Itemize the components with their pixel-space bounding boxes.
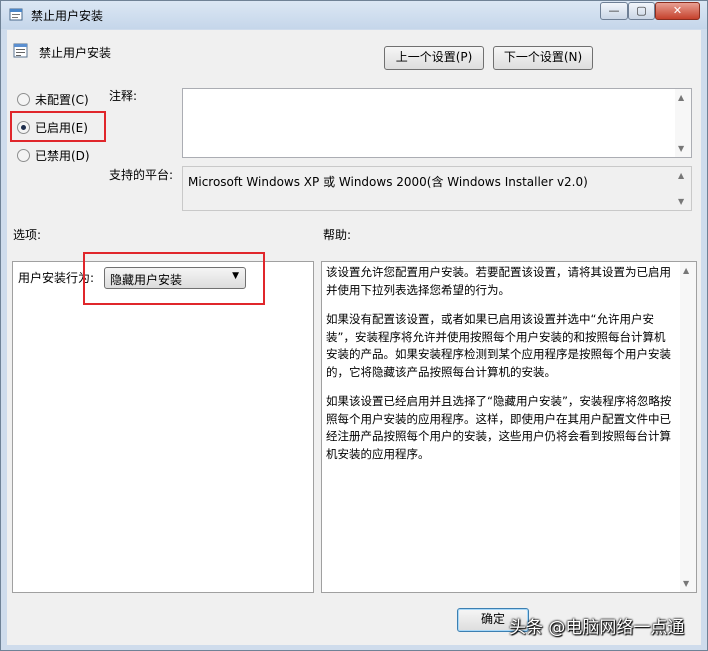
policy-setting-icon — [13, 43, 28, 58]
maximize-button[interactable]: ▢ — [628, 2, 655, 20]
help-heading: 帮助: — [323, 228, 352, 242]
title-bar[interactable]: 禁止用户安装 — ▢ ✕ — [1, 1, 707, 29]
prev-setting-button[interactable]: 上一个设置(P) — [384, 46, 484, 70]
watermark: 头条 @电脑网络一点通 — [509, 618, 685, 638]
help-scrollbar[interactable]: ▲ ▼ — [680, 262, 696, 592]
scroll-down-icon[interactable]: ▼ — [678, 144, 684, 153]
window-title: 禁止用户安装 — [31, 9, 104, 23]
platform-scrollbar[interactable]: ▲ ▼ — [675, 167, 691, 210]
platform-value: Microsoft Windows XP 或 Windows 2000(含 Wi… — [188, 175, 588, 189]
options-heading: 选项: — [13, 228, 42, 242]
scroll-up-icon[interactable]: ▲ — [683, 266, 689, 275]
help-panel: 该设置允许您配置用户安装。若要配置该设置，请将其设置为已启用并使用下拉列表选择您… — [321, 261, 697, 593]
policy-title: 禁止用户安装 — [39, 46, 112, 60]
platform-label: 支持的平台: — [109, 168, 174, 182]
radio-disabled[interactable] — [17, 149, 30, 162]
help-paragraph: 如果该设置已经启用并且选择了“隐藏用户安装”，安装程序将忽略按照每个用户安装的应… — [326, 394, 672, 461]
comment-scrollbar[interactable]: ▲ ▼ — [675, 89, 691, 157]
help-paragraph: 如果没有配置该设置，或者如果已启用该设置并选中“允许用户安装”，安装程序将允许并… — [326, 312, 671, 379]
platform-field: Microsoft Windows XP 或 Windows 2000(含 Wi… — [182, 166, 692, 211]
scroll-up-icon[interactable]: ▲ — [678, 93, 684, 102]
options-panel: 用户安装行为: 隐藏用户安装 ▼ — [12, 261, 314, 593]
scroll-up-icon[interactable]: ▲ — [678, 171, 684, 180]
help-paragraph: 该设置允许您配置用户安装。若要配置该设置，请将其设置为已启用并使用下拉列表选择您… — [326, 265, 671, 297]
scroll-down-icon[interactable]: ▼ — [678, 197, 684, 206]
close-button[interactable]: ✕ — [655, 2, 700, 20]
dialog-body: 禁止用户安装 上一个设置(P) 下一个设置(N) 未配置(C) 已启用(E) 已… — [7, 30, 701, 645]
highlight-dropdown-box — [83, 252, 265, 305]
comment-textarea[interactable]: ▲ ▼ — [182, 88, 692, 158]
comment-label: 注释: — [109, 89, 138, 103]
policy-icon — [9, 8, 23, 21]
help-text: 该设置允许您配置用户安装。若要配置该设置，请将其设置为已启用并使用下拉列表选择您… — [326, 264, 676, 475]
highlight-enabled-box — [10, 111, 106, 142]
radio-label-disabled: 已禁用(D) — [35, 149, 90, 163]
radio-not-configured[interactable] — [17, 93, 30, 106]
scroll-down-icon[interactable]: ▼ — [683, 579, 689, 588]
dialog-window: 禁止用户安装 — ▢ ✕ 禁止用户安装 上一个设置(P) 下一个设置(N) 未配… — [0, 0, 708, 651]
next-setting-button[interactable]: 下一个设置(N) — [493, 46, 593, 70]
radio-label-not-configured: 未配置(C) — [35, 93, 89, 107]
minimize-button[interactable]: — — [600, 2, 628, 20]
